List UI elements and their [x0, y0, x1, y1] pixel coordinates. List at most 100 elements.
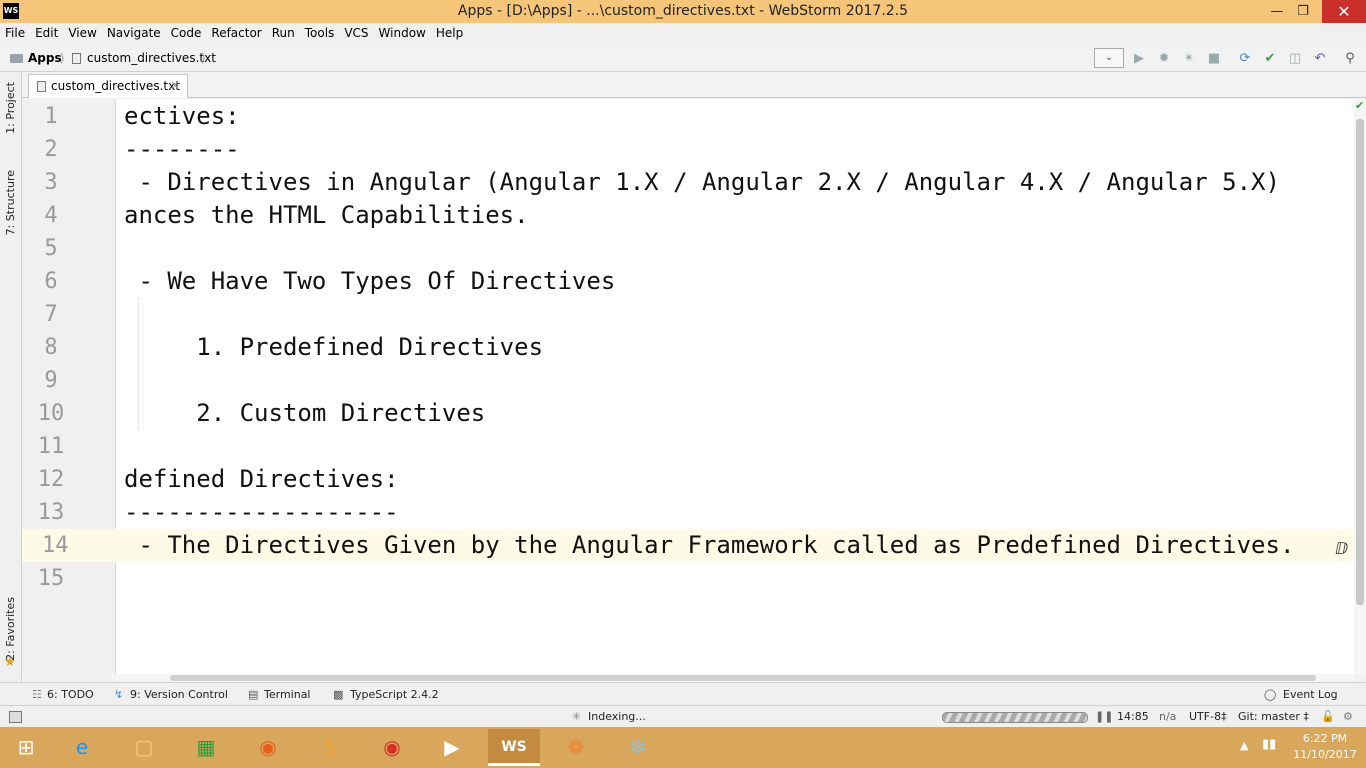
- internet-explorer-icon[interactable]: e: [58, 729, 106, 766]
- terminal-icon: ▤: [248, 688, 259, 701]
- revert-icon[interactable]: ↶: [1311, 50, 1329, 68]
- menu-file[interactable]: File: [0, 23, 30, 44]
- windows-start-icon[interactable]: ⊞: [2, 729, 50, 766]
- line-number-gutter: 1 2 3 4 5 6 7 8 9 10 11 12 13 14 15: [22, 99, 116, 674]
- breadcrumb-file[interactable]: custom_directives.txt: [87, 50, 216, 66]
- tray-expand-icon[interactable]: ▲: [1240, 739, 1248, 752]
- settings-app-icon[interactable]: ❁: [552, 729, 600, 766]
- code-line: defined Directives:: [124, 465, 399, 493]
- breadcrumb-separator-icon: ⟩: [201, 51, 206, 65]
- star-icon: ★: [4, 655, 16, 670]
- code-line: - Directives in Angular (Angular 1.X / A…: [124, 168, 1280, 196]
- menu-navigate[interactable]: Navigate: [102, 23, 166, 44]
- horizontal-scroll-thumb[interactable]: [170, 675, 1316, 681]
- text-file-icon: [37, 81, 46, 92]
- code-line: ances the HTML Capabilities.: [124, 201, 529, 229]
- menu-tools[interactable]: Tools: [300, 23, 340, 44]
- folder-icon: [10, 54, 23, 63]
- navigation-bar: Apps ⟩ custom_directives.txt ⟩ ⌄ ▶ ✹ ✴ ■…: [0, 44, 1366, 72]
- network-icon[interactable]: ▮▮: [1262, 737, 1276, 752]
- menu-code[interactable]: Code: [166, 23, 207, 44]
- line-number: 9: [44, 368, 58, 393]
- menu-vcs[interactable]: VCS: [339, 23, 373, 44]
- todo-tool-button[interactable]: 6: TODO: [47, 683, 94, 706]
- file-explorer-icon[interactable]: ▢: [120, 729, 168, 766]
- code-line: --------: [124, 135, 240, 163]
- line-number: 8: [44, 335, 58, 360]
- sublime-text-icon[interactable]: S: [306, 729, 354, 766]
- minimize-button[interactable]: —: [1264, 0, 1290, 23]
- line-number: 12: [37, 467, 65, 492]
- git-branch-status[interactable]: Git: master ‡: [1238, 706, 1309, 728]
- media-player-icon[interactable]: ▶: [428, 729, 476, 766]
- menu-run[interactable]: Run: [267, 23, 300, 44]
- status-bar: ✳ Indexing... ❚❚ 14:85 n/a UTF-8‡ Git: m…: [0, 705, 1366, 727]
- left-tool-strip: 1: Project 7: Structure 2: Favorites ★: [0, 72, 22, 682]
- system-clock[interactable]: 6:22 PM 11/10/2017: [1290, 731, 1360, 763]
- version-control-tool-button[interactable]: 9: Version Control: [130, 683, 228, 706]
- version-control-icon: ↯: [114, 688, 124, 701]
- menu-window[interactable]: Window: [374, 23, 431, 44]
- typescript-icon: ▩: [333, 688, 344, 701]
- tool-window-bar: ☷ 6: TODO ↯ 9: Version Control ▤ Termina…: [0, 682, 1366, 705]
- line-number: 7: [44, 302, 58, 327]
- run-config-dropdown[interactable]: ⌄: [1094, 48, 1124, 68]
- line-number: 1: [44, 104, 58, 129]
- event-log-tool-button[interactable]: Event Log: [1283, 683, 1338, 706]
- coverage-icon[interactable]: ✴: [1180, 50, 1198, 68]
- code-line: ectives:: [124, 102, 240, 130]
- todo-icon: ☷: [32, 688, 42, 701]
- line-separator-status[interactable]: n/a: [1159, 706, 1176, 728]
- firefox-icon[interactable]: ◉: [244, 729, 292, 766]
- project-tool-button[interactable]: 1: Project: [4, 82, 17, 134]
- store-icon[interactable]: ▦: [182, 729, 230, 766]
- search-icon[interactable]: ⚲: [1341, 50, 1359, 68]
- debug-icon[interactable]: ✹: [1155, 50, 1173, 68]
- tab-label: custom_directives.txt: [51, 79, 180, 93]
- horizontal-scrollbar[interactable]: [116, 674, 1354, 682]
- close-button[interactable]: ✕: [1322, 0, 1366, 23]
- line-number: 3: [44, 170, 58, 195]
- caret-position[interactable]: 14:85: [1117, 706, 1149, 728]
- terminal-tool-button[interactable]: Terminal: [264, 683, 311, 706]
- vcs-compare-icon[interactable]: ◫: [1286, 50, 1304, 68]
- vcs-update-icon[interactable]: ⟳: [1236, 50, 1254, 68]
- code-line-current: - The Directives Given by the Angular Fr…: [124, 531, 1295, 559]
- typescript-tool-button[interactable]: TypeScript 2.4.2: [350, 683, 439, 706]
- favorites-tool-button[interactable]: 2: Favorites: [4, 597, 17, 661]
- pause-icon[interactable]: ❚❚: [1095, 706, 1113, 728]
- breadcrumb-project[interactable]: Apps: [28, 50, 62, 66]
- run-icon[interactable]: ▶: [1130, 50, 1148, 68]
- menu-edit[interactable]: Edit: [30, 23, 63, 44]
- breadcrumb-separator-icon: ⟩: [60, 51, 65, 65]
- code-editor[interactable]: ectives: -------- - Directives in Angula…: [116, 99, 1354, 674]
- line-number: 2: [44, 137, 58, 162]
- code-line: 2. Custom Directives: [124, 399, 486, 427]
- maximize-button[interactable]: ❐: [1290, 0, 1316, 23]
- lock-icon[interactable]: 🔓: [1321, 706, 1335, 728]
- menu-refactor[interactable]: Refactor: [206, 23, 266, 44]
- line-number: 10: [37, 401, 65, 426]
- paint-icon[interactable]: ✻: [614, 729, 662, 766]
- tab-custom-directives[interactable]: custom_directives.txt ×: [28, 74, 188, 98]
- inspection-ok-icon: ✔: [1355, 99, 1365, 112]
- webstorm-taskbar-icon[interactable]: WS: [488, 729, 540, 766]
- structure-tool-button[interactable]: 7: Structure: [4, 170, 17, 235]
- tool-windows-toggle-icon[interactable]: [9, 711, 22, 723]
- vcs-commit-icon[interactable]: ✔: [1261, 50, 1279, 68]
- text-cursor-icon: ⅅ: [1335, 539, 1349, 558]
- inspector-icon[interactable]: ⚙: [1343, 706, 1353, 728]
- line-number: 4: [44, 203, 58, 228]
- code-line: 1. Predefined Directives: [124, 333, 544, 361]
- close-tab-icon[interactable]: ×: [170, 78, 180, 92]
- line-number: 13: [37, 500, 65, 525]
- stop-icon[interactable]: ■: [1205, 50, 1223, 68]
- vertical-scroll-thumb[interactable]: [1356, 119, 1364, 605]
- encoding-status[interactable]: UTF-8‡: [1189, 706, 1227, 728]
- menu-help[interactable]: Help: [431, 23, 468, 44]
- menu-view[interactable]: View: [63, 23, 101, 44]
- chrome-icon[interactable]: ◉: [368, 729, 416, 766]
- vertical-scrollbar[interactable]: ✔: [1354, 99, 1366, 674]
- clock-time: 6:22 PM: [1302, 732, 1348, 745]
- indexing-progress-bar: [942, 712, 1088, 723]
